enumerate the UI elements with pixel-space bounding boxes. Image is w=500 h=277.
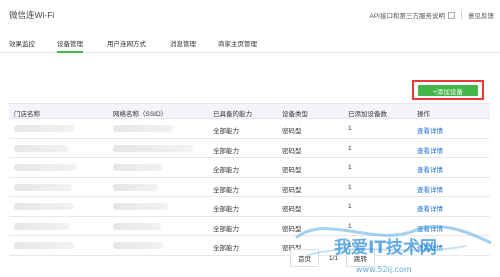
blurred-store-name [14, 144, 69, 152]
count-cell: 1 [348, 164, 352, 171]
first-page-button[interactable]: 首页 [290, 249, 319, 267]
title-bar: 微信连Wi-Fi API接口和第三方服务说明 意见反馈 [0, 0, 500, 30]
type-cell: 密码型 [282, 206, 302, 213]
blurred-ssid [113, 242, 163, 249]
add-device-button[interactable]: +添加设备 [418, 85, 478, 96]
table-row: 全部能力 密码型 1 查看详情 [9, 217, 490, 236]
col-ssid: 网络名称（SSID） [113, 111, 168, 118]
capability-cell: 全部能力 [213, 128, 239, 135]
col-device-type: 设备类型 [282, 111, 308, 118]
capability-cell: 全部能力 [213, 245, 239, 252]
count-cell: 1 [348, 144, 352, 152]
table-header: 门店名称 网络名称（SSID） 已具备的能力 设备类型 已添加设备数 操作 [9, 103, 490, 119]
table-row: 全部能力 密码型 1 查看详情 [9, 158, 490, 178]
page-title: 微信连Wi-Fi [9, 10, 55, 20]
type-cell: 密码型 [282, 128, 302, 135]
blurred-store-name [14, 183, 72, 191]
table-row: 全部能力 密码型 1 查看详情 [9, 139, 490, 158]
view-details-link[interactable]: 查看详情 [417, 145, 443, 155]
tab-message-management[interactable]: 消息管理 [170, 38, 196, 53]
view-details-link[interactable]: 查看详情 [417, 184, 443, 194]
blurred-ssid [113, 125, 173, 132]
col-action: 操作 [417, 111, 430, 118]
api-link[interactable]: API接口和第三方服务说明 [370, 10, 445, 20]
capability-cell: 全部能力 [213, 167, 239, 174]
tab-device-management[interactable]: 设备管理 [57, 38, 83, 53]
blurred-ssid [113, 164, 163, 171]
count-cell: 1 [348, 183, 352, 191]
count-cell: 1 [348, 222, 352, 230]
type-cell: 密码型 [282, 167, 302, 174]
count-cell: 1 [348, 125, 352, 132]
capability-cell: 全部能力 [213, 206, 239, 213]
view-details-link[interactable]: 查看详情 [417, 125, 443, 135]
api-checkbox[interactable] [448, 11, 455, 19]
view-details-link[interactable]: 查看详情 [417, 242, 443, 252]
type-cell: 密码型 [282, 147, 302, 155]
col-capability: 已具备的能力 [213, 111, 252, 118]
capability-cell: 全部能力 [213, 147, 239, 155]
view-details-link[interactable]: 查看详情 [417, 164, 443, 174]
feedback-link[interactable]: 意见反馈 [468, 10, 494, 20]
count-cell: 1 [348, 242, 352, 249]
col-store-name: 门店名称 [14, 111, 40, 118]
page-indicator: 1/1 [329, 254, 339, 262]
blurred-store-name [14, 242, 74, 249]
divider [461, 11, 462, 19]
tab-bar: 效果监控 设备管理 用户连网方式 消息管理 商家主页管理 [0, 35, 500, 53]
tab-merchant-homepage[interactable]: 商家主页管理 [218, 38, 257, 53]
top-links: API接口和第三方服务说明 意见反馈 [370, 10, 494, 20]
count-cell: 1 [348, 203, 352, 210]
blurred-store-name [14, 164, 76, 171]
device-table: 门店名称 网络名称（SSID） 已具备的能力 设备类型 已添加设备数 操作 全部… [9, 103, 490, 256]
capability-cell: 全部能力 [213, 225, 239, 233]
blurred-ssid [113, 203, 168, 210]
blurred-store-name [14, 222, 70, 230]
view-details-link[interactable]: 查看详情 [417, 223, 443, 233]
tab-user-connect-method[interactable]: 用户连网方式 [107, 38, 146, 53]
blurred-ssid [113, 144, 193, 152]
blurred-ssid [113, 222, 161, 230]
table-row: 全部能力 密码型 1 查看详情 [9, 236, 490, 256]
table-row: 全部能力 密码型 1 查看详情 [9, 119, 490, 139]
blurred-store-name [14, 203, 74, 210]
type-cell: 密码型 [282, 225, 302, 233]
table-row: 全部能力 密码型 1 查看详情 [9, 178, 490, 197]
table-row: 全部能力 密码型 1 查看详情 [9, 197, 490, 217]
type-cell: 密码型 [282, 186, 302, 194]
jump-button[interactable]: 跳转 [346, 249, 376, 267]
add-device-highlight: +添加设备 [412, 80, 484, 100]
pagination: 首页 1/1 跳转 [290, 249, 376, 267]
capability-cell: 全部能力 [213, 186, 239, 194]
blurred-store-name [14, 125, 74, 132]
blurred-ssid [113, 183, 158, 191]
view-details-link[interactable]: 查看详情 [417, 203, 443, 213]
tab-effect-monitor[interactable]: 效果监控 [9, 38, 35, 53]
col-device-count: 已添加设备数 [348, 111, 387, 118]
